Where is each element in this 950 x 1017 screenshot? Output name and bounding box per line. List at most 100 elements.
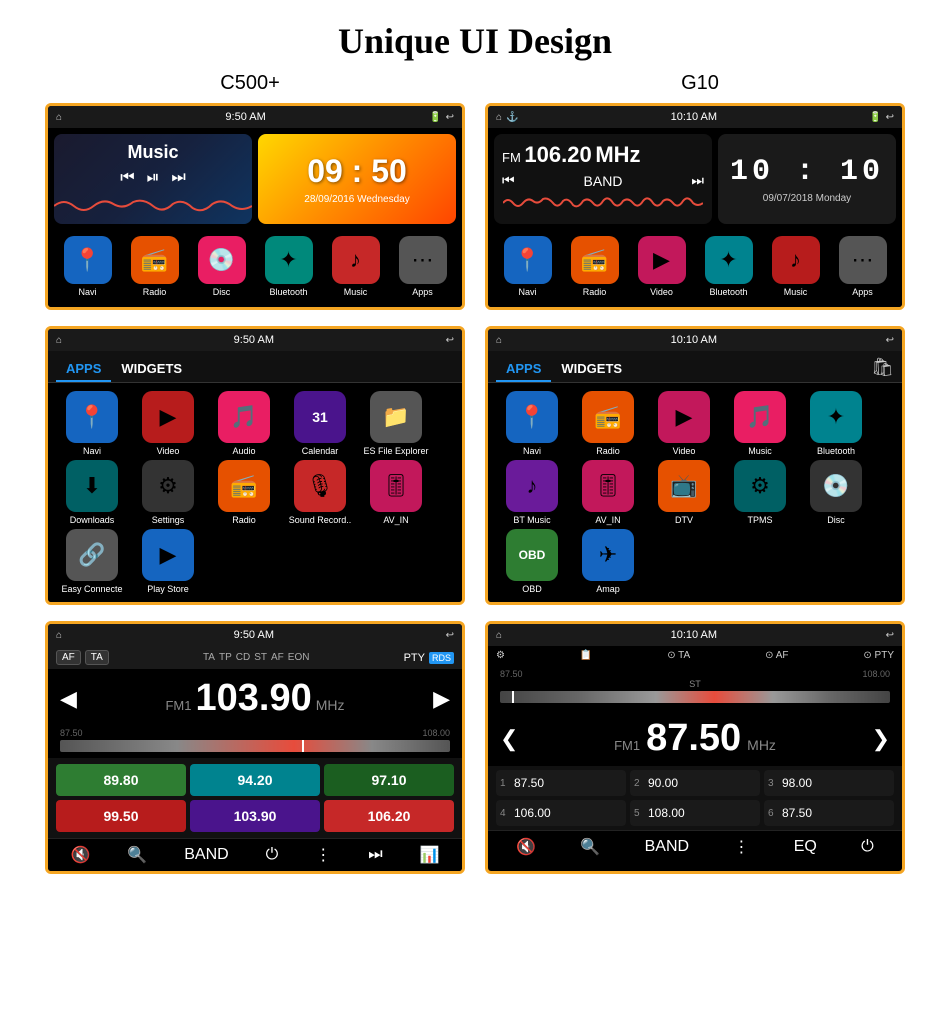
g10-home-music[interactable]: ♪ Music <box>764 236 827 297</box>
c500-app-navi[interactable]: 📍 Navi <box>56 391 128 456</box>
c500-tab-apps[interactable]: APPS <box>56 357 111 382</box>
g10-app-music[interactable]: 🎵 Music <box>724 391 796 456</box>
c500-app-avin[interactable]: 🎚 AV_IN <box>360 460 432 525</box>
c500-app-navi-label: Navi <box>83 446 101 456</box>
c500-app-es[interactable]: 📁 ES File Explorer <box>360 391 432 456</box>
c500-app-calendar[interactable]: 31 Calendar <box>284 391 356 456</box>
g10-home-navi[interactable]: 📍 Navi <box>496 236 559 297</box>
g10-preset-4[interactable]: 4 106.00 <box>496 800 626 826</box>
g10-radio-back-icon[interactable]: ↩ <box>886 630 894 641</box>
g10-app-dtv[interactable]: 📺 DTV <box>648 460 720 525</box>
c500-preset-4[interactable]: 99.50 <box>56 800 186 832</box>
g10-radio-search-btn[interactable]: 🔍 <box>580 837 600 857</box>
g10-prev-icon[interactable]: ⏮ <box>502 172 515 189</box>
c500-preset-5[interactable]: 103.90 <box>190 800 320 832</box>
c500-radio-back-icon[interactable]: ↩ <box>446 630 454 641</box>
c500-radio-search-btn[interactable]: 🔍 <box>127 845 147 865</box>
c500-app-audio[interactable]: 🎵 Audio <box>208 391 280 456</box>
c500-radio-menu-btn[interactable]: ⋮ <box>315 845 331 865</box>
g10-freq-left-arrow[interactable]: ❮ <box>500 726 518 752</box>
c500-app-radio[interactable]: 📻 Radio <box>208 460 280 525</box>
g10-tab-widgets[interactable]: WIDGETS <box>551 357 632 382</box>
c500-freq-right-arrow[interactable]: ▶ <box>433 686 450 712</box>
c500-radio-scan-btn[interactable]: ⏭ <box>368 846 382 864</box>
g10-radio-power-btn[interactable]: ⏻ <box>861 838 874 856</box>
g10-radio-settings-icon[interactable]: ⚙ <box>496 650 505 661</box>
g10-app-avin[interactable]: 🎚 AV_IN <box>572 460 644 525</box>
c500-home-disc[interactable]: 💿 Disc <box>190 236 253 297</box>
c500-radio-af-tag[interactable]: AF <box>56 650 81 665</box>
c500-app-soundrec[interactable]: 🎙 Sound Record.. <box>284 460 356 525</box>
c500-home-bluetooth[interactable]: ✦ Bluetooth <box>257 236 320 297</box>
g10-preset-3[interactable]: 3 98.00 <box>764 770 894 796</box>
g10-app-amap[interactable]: ✈ Amap <box>572 529 644 594</box>
c500-app-settings[interactable]: ⚙ Settings <box>132 460 204 525</box>
g10-freq-right-arrow[interactable]: ❯ <box>872 726 890 752</box>
g10-app-navi[interactable]: 📍 Navi <box>496 391 568 456</box>
c500-home-apps[interactable]: ⋯ Apps <box>391 236 454 297</box>
c500-radio-band-btn[interactable]: BAND <box>184 846 228 864</box>
g10-app-radio[interactable]: 📻 Radio <box>572 391 644 456</box>
g10-preset-5[interactable]: 5 108.00 <box>630 800 760 826</box>
c500-app-playstore[interactable]: ▶ Play Store <box>132 529 204 594</box>
g10-tab-apps[interactable]: APPS <box>496 357 551 382</box>
play-pause-icon[interactable]: ⏯ <box>147 169 160 187</box>
c500-music-controls[interactable]: ⏮ ⏯ ⏭ <box>62 169 244 187</box>
c500-home-time: 9:50 AM <box>225 111 265 123</box>
g10-radio-controls[interactable]: ⏮ BAND ⏭ <box>502 172 704 189</box>
c500-apps-back-icon[interactable]: ↩ <box>446 335 454 346</box>
c500-preset-6[interactable]: 106.20 <box>324 800 454 832</box>
c500-app-easyconnect[interactable]: 🔗 Easy Connecte <box>56 529 128 594</box>
g10-next-icon[interactable]: ⏭ <box>691 172 704 189</box>
c500-radio-mute-btn[interactable]: 🔇 <box>70 845 90 865</box>
c500-app-soundrec-icon: 🎙 <box>294 460 346 512</box>
c500-preset-3[interactable]: 97.10 <box>324 764 454 796</box>
g10-store-icon[interactable]: 🛍 <box>871 357 894 378</box>
back-icon[interactable]: ↩ <box>446 112 454 123</box>
g10-band-label: BAND <box>584 173 623 189</box>
c500-home-music[interactable]: ♪ Music <box>324 236 387 297</box>
g10-preset-1[interactable]: 1 87.50 <box>496 770 626 796</box>
g10-home-video[interactable]: ▶ Video <box>630 236 693 297</box>
c500-radio-ta-tag[interactable]: TA <box>85 650 109 665</box>
g10-app-video[interactable]: ▶ Video <box>648 391 720 456</box>
c500-radio-scale-bar[interactable] <box>60 740 450 752</box>
next-track-icon[interactable]: ⏭ <box>171 169 185 187</box>
c500-radio-eq-btn[interactable]: 📊 <box>420 845 440 865</box>
c500-radio-power-btn[interactable]: ⏻ <box>266 846 279 864</box>
g10-apps-back-icon[interactable]: ↩ <box>886 335 894 346</box>
c500-tab-widgets[interactable]: WIDGETS <box>111 357 192 382</box>
c500-preset-1[interactable]: 89.80 <box>56 764 186 796</box>
c500-freq-left-arrow[interactable]: ◀ <box>60 686 77 712</box>
g10-radio-eq-btn[interactable]: EQ <box>794 838 817 856</box>
g10-preset-2[interactable]: 2 90.00 <box>630 770 760 796</box>
g10-scale-bar[interactable] <box>500 691 890 703</box>
c500-home-radio[interactable]: 📻 Radio <box>123 236 186 297</box>
st-tag: ST <box>254 652 267 663</box>
g10-radio-freq-value: 106.20 <box>524 142 591 167</box>
c500-preset-2[interactable]: 94.20 <box>190 764 320 796</box>
g10-navi-icon: 📍 <box>504 236 552 284</box>
prev-track-icon[interactable]: ⏮ <box>120 169 134 187</box>
g10-app-bluetooth[interactable]: ✦ Bluetooth <box>800 391 872 456</box>
g10-radio-widget[interactable]: FM 106.20 MHz ⏮ BAND ⏭ <box>494 134 712 224</box>
c500-home-navi[interactable]: 📍 Navi <box>56 236 119 297</box>
c500-app-video[interactable]: ▶ Video <box>132 391 204 456</box>
c500-music-widget[interactable]: Music ⏮ ⏯ ⏭ <box>54 134 252 224</box>
g10-home-apps[interactable]: ⋯ Apps <box>831 236 894 297</box>
c500-app-audio-label: Audio <box>232 446 255 456</box>
g10-radio-mute-btn[interactable]: 🔇 <box>516 837 536 857</box>
g10-app-disc[interactable]: 💿 Disc <box>800 460 872 525</box>
g10-home-radio[interactable]: 📻 Radio <box>563 236 626 297</box>
g10-radio-menu-btn[interactable]: ⋮ <box>733 837 749 857</box>
g10-preset-6[interactable]: 6 87.50 <box>764 800 894 826</box>
g10-app-tpms[interactable]: ⚙ TPMS <box>724 460 796 525</box>
c500-app-downloads[interactable]: ⬇ Downloads <box>56 460 128 525</box>
g10-radio-band-btn[interactable]: BAND <box>645 838 689 856</box>
g10-app-obd[interactable]: OBD OBD <box>496 529 568 594</box>
g10-back-icon[interactable]: ↩ <box>886 112 894 123</box>
g10-home-bluetooth[interactable]: ✦ Bluetooth <box>697 236 760 297</box>
g10-radio-display-icon[interactable]: 📋 <box>580 650 592 661</box>
pty-label[interactable]: PTY <box>404 652 425 664</box>
g10-app-btmusic[interactable]: ♪ BT Music <box>496 460 568 525</box>
